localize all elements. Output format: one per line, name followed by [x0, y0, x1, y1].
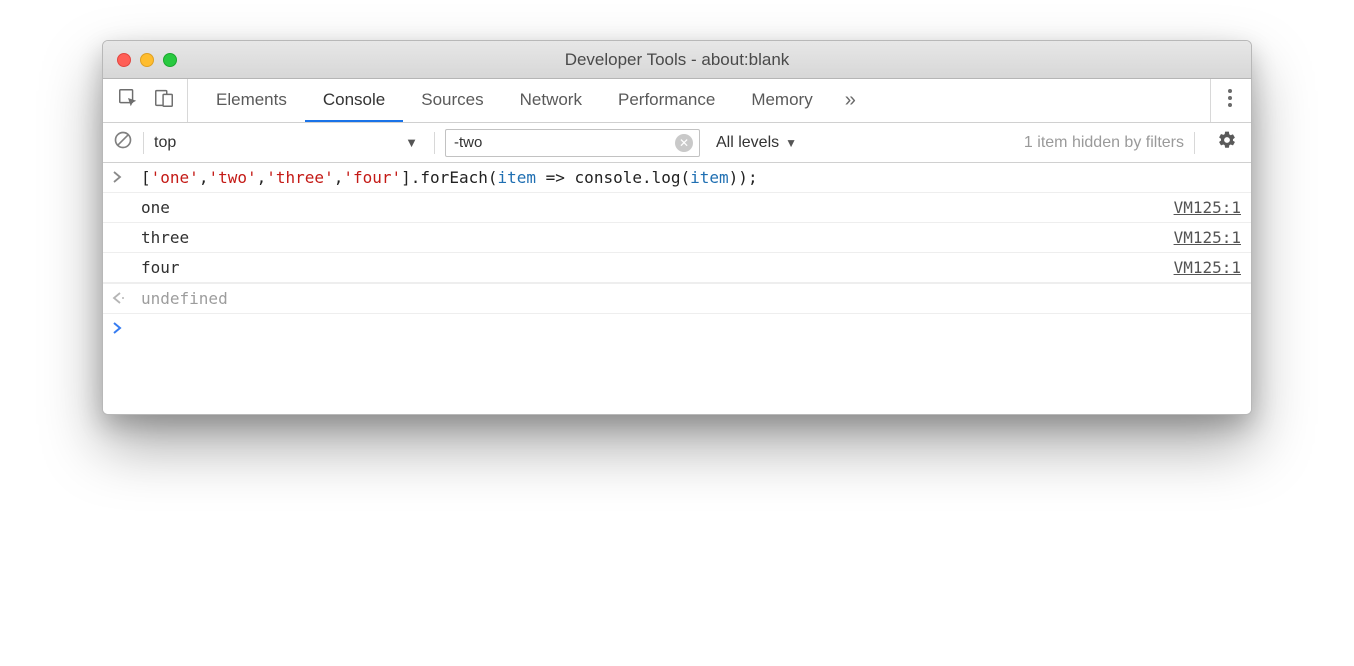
- input-marker-icon: [111, 168, 141, 187]
- source-link[interactable]: VM125:1: [1174, 228, 1241, 247]
- output-marker-icon: [111, 289, 141, 308]
- tab-label: Elements: [216, 90, 287, 110]
- window-title: Developer Tools - about:blank: [103, 50, 1251, 70]
- levels-label: All levels: [716, 134, 779, 152]
- tab-sources[interactable]: Sources: [403, 79, 501, 122]
- divider: [143, 132, 144, 154]
- context-label: top: [154, 134, 176, 152]
- caret-down-icon: ▼: [785, 136, 797, 150]
- console-filter-field[interactable]: ✕: [445, 129, 700, 157]
- tab-memory[interactable]: Memory: [733, 79, 830, 122]
- code-line: ['one','two','three','four'].forEach(ite…: [141, 168, 1241, 187]
- source-link[interactable]: VM125:1: [1174, 258, 1241, 277]
- source-link[interactable]: VM125:1: [1174, 198, 1241, 217]
- tab-icon-group: [113, 79, 188, 122]
- log-text: four: [141, 258, 1174, 277]
- console-log-row: one VM125:1: [103, 193, 1251, 223]
- log-text: three: [141, 228, 1174, 247]
- tab-label: Console: [323, 90, 385, 110]
- console-log-row: four VM125:1: [103, 253, 1251, 283]
- log-text: one: [141, 198, 1174, 217]
- console-return-row: undefined: [103, 283, 1251, 314]
- tab-label: Memory: [751, 90, 812, 110]
- return-value: undefined: [141, 289, 1241, 308]
- devtools-tabbar: Elements Console Sources Network Perform…: [103, 79, 1251, 123]
- devtools-menu-button[interactable]: [1210, 79, 1241, 122]
- chevron-double-right-icon: »: [845, 89, 856, 112]
- tab-console[interactable]: Console: [305, 79, 403, 122]
- console-body: ['one','two','three','four'].forEach(ite…: [103, 163, 1251, 414]
- titlebar: Developer Tools - about:blank: [103, 41, 1251, 79]
- inspect-element-icon[interactable]: [117, 87, 139, 114]
- kebab-icon: [1227, 88, 1233, 113]
- tab-label: Sources: [421, 90, 483, 110]
- tab-label: Network: [520, 90, 582, 110]
- caret-down-icon: ▼: [405, 135, 418, 150]
- execution-context-selector[interactable]: top ▼: [154, 123, 424, 162]
- devtools-window: Developer Tools - about:blank Elements C…: [102, 40, 1252, 415]
- divider: [434, 132, 435, 154]
- log-levels-selector[interactable]: All levels ▼: [710, 134, 803, 152]
- console-prompt-row[interactable]: [103, 314, 1251, 344]
- console-filter-input[interactable]: [454, 134, 675, 151]
- tab-elements[interactable]: Elements: [198, 79, 305, 122]
- hidden-by-filter-message: 1 item hidden by filters: [1024, 134, 1184, 152]
- tab-network[interactable]: Network: [502, 79, 600, 122]
- clear-filter-icon[interactable]: ✕: [675, 134, 693, 152]
- tabs-overflow-button[interactable]: »: [831, 79, 870, 122]
- clear-console-icon[interactable]: [113, 130, 133, 155]
- console-log-row: three VM125:1: [103, 223, 1251, 253]
- console-input-echo: ['one','two','three','four'].forEach(ite…: [103, 163, 1251, 193]
- console-toolbar: top ▼ ✕ All levels ▼ 1 item hidden by fi…: [103, 123, 1251, 163]
- prompt-marker-icon: [111, 319, 141, 338]
- divider: [1194, 132, 1195, 154]
- device-toolbar-icon[interactable]: [153, 87, 175, 114]
- tab-performance[interactable]: Performance: [600, 79, 733, 122]
- tab-label: Performance: [618, 90, 715, 110]
- console-settings-icon[interactable]: [1205, 130, 1241, 155]
